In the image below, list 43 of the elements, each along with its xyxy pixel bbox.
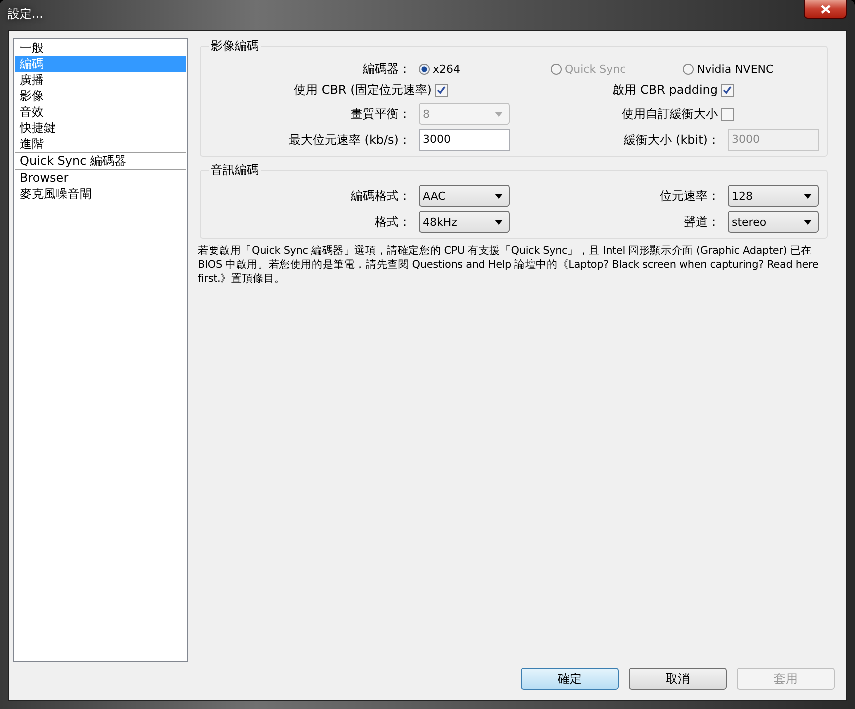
list-item[interactable]: Quick Sync 編碼器	[15, 153, 186, 169]
dialog-button[interactable]: 確定	[521, 668, 619, 690]
dropdown-arrow-icon	[804, 220, 812, 224]
field-label: 編碼格式：	[350, 188, 411, 204]
list-item[interactable]: 快捷鍵	[15, 120, 186, 136]
field-label: 最大位元速率 (kb/s)：	[288, 132, 411, 148]
field-label: 編碼器：	[362, 61, 411, 78]
checkbox[interactable]	[721, 108, 734, 120]
list-item[interactable]: 影像	[15, 88, 186, 104]
dropdown[interactable]: stereo	[728, 211, 819, 233]
dropdown-arrow-icon	[495, 220, 503, 224]
checkbox[interactable]	[434, 84, 448, 97]
dropdown-arrow-icon	[804, 194, 812, 198]
dropdown[interactable]: 128	[728, 185, 819, 207]
checkbox[interactable]	[721, 84, 734, 97]
radio-option[interactable]: x264	[419, 63, 551, 76]
list-item[interactable]: 進階	[15, 136, 186, 152]
list-item[interactable]: 一般	[15, 40, 186, 56]
list-item[interactable]: 麥克風噪音閘	[15, 186, 186, 202]
dropdown[interactable]: 48kHz	[419, 211, 510, 233]
dropdown-arrow-icon	[495, 194, 503, 198]
checkbox-label: 使用自訂緩衝大小	[622, 106, 718, 122]
list-item[interactable]: 音效	[15, 104, 186, 120]
info-text: 若要啟用「Quick Sync 編碼器」選項，請確定您的 CPU 有支援「Quick Sync」，且 Intel 圖形顯示介面 (Graphic Adapter) 已在 BIOS 中啟用。若您使用的是筆電，請先查閱 Questions and Help 論壇中的《Laptop? Black screen when capturing? Read here first.》置頂條目。	[198, 244, 820, 286]
field-label: 緩衝大小 (kbit)：	[623, 132, 720, 148]
radio-option[interactable]: Nvidia NVENC	[683, 63, 815, 76]
input-field[interactable]: 3000	[419, 129, 510, 151]
group-title: 影像編碼	[210, 38, 260, 55]
close-icon	[820, 4, 830, 14]
dropdown-arrow-icon	[495, 112, 503, 116]
checkbox-label: 啟用 CBR padding	[612, 82, 718, 99]
group-title: 音訊編碼	[210, 162, 260, 179]
field-label: 畫質平衡：	[350, 106, 411, 122]
field-label: 聲道：	[683, 214, 720, 230]
close-button[interactable]	[804, 0, 847, 19]
dropdown[interactable]: AAC	[419, 185, 510, 207]
list-item[interactable]: Browser	[15, 170, 186, 186]
dialog-button[interactable]: 取消	[629, 668, 727, 690]
window-title: 設定...	[8, 6, 44, 23]
checkbox-label: 使用 CBR (固定位元速率)	[294, 82, 432, 99]
field-label: 格式：	[374, 214, 411, 230]
field-label: 位元速率：	[659, 188, 720, 204]
list-item[interactable]: 廣播	[15, 72, 186, 88]
